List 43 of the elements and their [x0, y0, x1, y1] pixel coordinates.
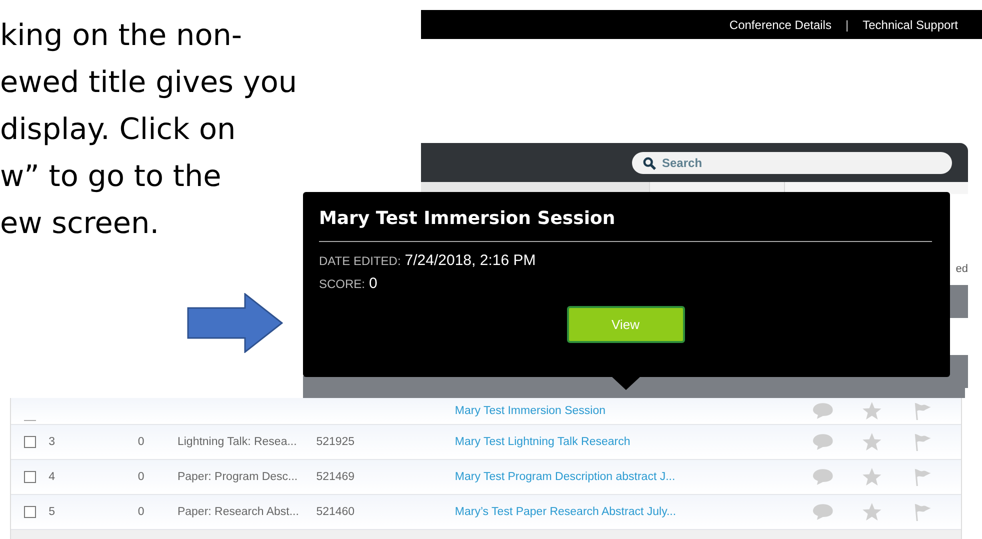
star-icon[interactable]	[861, 432, 884, 452]
table-cell: 3	[48, 436, 56, 448]
table-cell: 521925	[316, 436, 355, 448]
search-field[interactable]: Search	[632, 152, 952, 174]
checkbox[interactable]	[24, 506, 36, 518]
table-cell: 4	[48, 471, 56, 483]
title-link[interactable]: Mary Test Lightning Talk Research	[454, 436, 630, 448]
separator: |	[845, 18, 849, 32]
star-icon[interactable]	[861, 401, 884, 421]
view-button[interactable]: View	[566, 306, 684, 343]
table-cell: Paper: Program Desc...	[177, 471, 298, 483]
conference-details-link[interactable]: Conference Details	[729, 18, 832, 32]
comment-icon[interactable]	[812, 467, 834, 487]
field-value: 0	[369, 275, 378, 292]
checkbox[interactable]	[24, 436, 36, 448]
table-cell: 5	[48, 506, 56, 518]
comment-icon[interactable]	[812, 502, 834, 522]
checkbox[interactable]	[24, 418, 36, 420]
star-icon[interactable]	[861, 502, 884, 522]
column-header: ed	[956, 263, 968, 275]
table-cell: 521469	[316, 471, 355, 483]
title-link[interactable]: Mary’s Test Paper Research Abstract July...	[454, 506, 676, 518]
search-icon	[643, 156, 656, 170]
table-cell: Lightning Talk: Resea...	[177, 436, 297, 448]
field-value: 7/24/2018, 2:16 PM	[404, 252, 536, 269]
comment-icon[interactable]	[812, 401, 834, 421]
title-link[interactable]: Mary Test Program Description abstract J...	[454, 471, 676, 483]
table-cell: 0	[138, 506, 144, 518]
popup-title: Mary Test Immersion Session	[319, 208, 616, 229]
table-cell: 0	[138, 471, 144, 483]
table-cell: 0	[138, 436, 144, 448]
field-label: SCORE:	[319, 277, 366, 291]
table-cell: Paper: Research Abst...	[177, 506, 299, 518]
table-cell: 521460	[316, 506, 355, 518]
title-link[interactable]: Mary Test Immersion Session	[454, 405, 606, 417]
comment-icon[interactable]	[812, 432, 834, 452]
star-icon[interactable]	[861, 467, 884, 487]
right-arrow-icon	[187, 293, 283, 353]
slide-text: king on the non- ewed title gives you display. Click on w” to go to the ew screen.	[0, 17, 298, 242]
group-bar	[948, 285, 968, 318]
technical-support-link[interactable]: Technical Support	[862, 18, 958, 32]
checkbox[interactable]	[24, 471, 36, 483]
field-label: DATE EDITED:	[319, 254, 401, 268]
